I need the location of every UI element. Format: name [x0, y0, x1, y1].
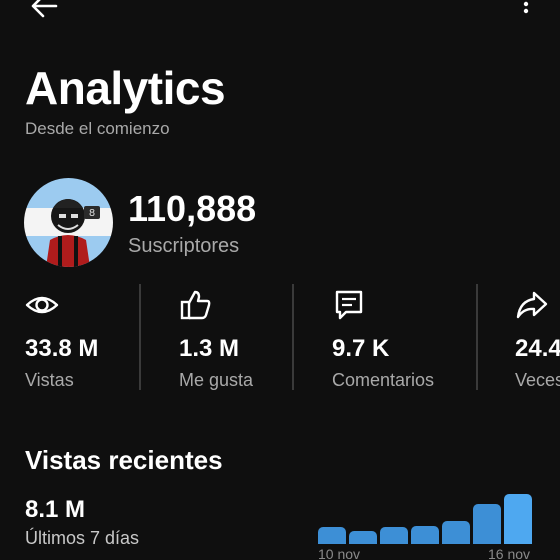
recent-views-chart[interactable]: 10 nov 16 nov — [310, 480, 560, 560]
stat-value: 1.3 M — [179, 335, 240, 362]
more-options-button[interactable] — [512, 0, 540, 22]
channel-avatar[interactable]: 8 — [24, 178, 113, 267]
stat-value: 24.4 — [515, 335, 560, 362]
more-vertical-icon — [523, 1, 529, 14]
back-button[interactable] — [28, 0, 60, 20]
chart-bar — [442, 521, 470, 544]
x-axis-tick: 10 nov — [318, 546, 361, 560]
stat-label: Veces — [515, 370, 560, 390]
subscriber-count: 110,888 — [128, 188, 257, 229]
stat-shares[interactable]: 24.4 Veces — [515, 285, 560, 395]
recent-views-period: Últimos 7 días — [25, 528, 140, 548]
stat-likes[interactable]: 1.3 M Me gusta — [179, 285, 289, 395]
stat-views[interactable]: 33.8 M Vistas — [25, 285, 135, 395]
stat-divider — [292, 284, 294, 390]
eye-icon — [25, 296, 59, 314]
stat-label: Vistas — [25, 370, 74, 390]
subscriber-label: Suscriptores — [128, 235, 240, 257]
page-title: Analytics — [25, 62, 226, 114]
chart-bar — [473, 504, 501, 544]
thumbs-up-icon — [180, 290, 211, 320]
avatar-image: 8 — [24, 178, 113, 267]
back-arrow-icon — [31, 0, 58, 18]
stat-value: 33.8 M — [25, 335, 99, 362]
recent-views-value: 8.1 M — [25, 496, 86, 523]
chart-bar — [380, 527, 408, 544]
section-title-recent-views: Vistas recientes — [25, 445, 223, 475]
analytics-screen: Analytics Desde el comienzo 8 110,888 Su… — [0, 0, 560, 560]
stat-divider — [476, 284, 478, 390]
stat-label: Comentarios — [332, 370, 435, 390]
stat-label: Me gusta — [179, 370, 254, 390]
share-icon — [516, 291, 548, 319]
chart-bar — [411, 526, 439, 544]
chart-bar — [349, 531, 377, 544]
page-subtitle: Desde el comienzo — [25, 119, 170, 138]
chart-bar — [504, 494, 532, 544]
stat-value: 9.7 K — [332, 335, 390, 362]
comment-icon — [335, 290, 363, 320]
x-axis-tick: 16 nov — [488, 546, 531, 560]
stat-divider — [139, 284, 141, 390]
chart-bar — [318, 527, 346, 544]
svg-text:8: 8 — [89, 208, 95, 219]
stat-comments[interactable]: 9.7 K Comentarios — [332, 285, 462, 395]
top-bar — [0, 0, 560, 24]
